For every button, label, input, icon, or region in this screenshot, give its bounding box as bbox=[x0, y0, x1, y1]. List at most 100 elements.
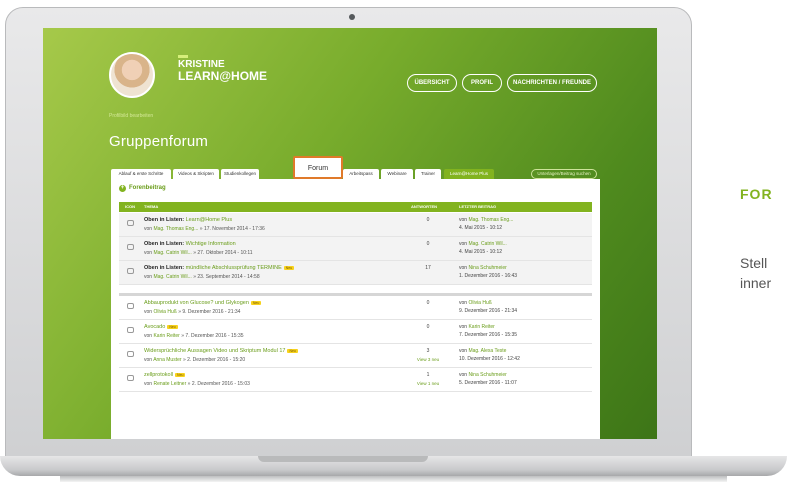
author-link[interactable]: Anna Muster bbox=[153, 357, 181, 363]
pinned-label: Oben in Listen: bbox=[144, 241, 185, 247]
table-row[interactable]: Oben in Listen: Wichtige Information von … bbox=[119, 237, 592, 261]
thread-date: » 2. Dezember 2016 - 15:03 bbox=[187, 381, 250, 387]
tab-arbeitspass[interactable]: Arbeitspass bbox=[343, 169, 379, 179]
thread-icon bbox=[127, 220, 134, 226]
pinned-label: Oben in Listen: bbox=[144, 265, 185, 271]
thread-link[interactable]: Widersprüchliche Aussagen Video und Skri… bbox=[144, 348, 285, 354]
laptop-shadow bbox=[60, 476, 727, 482]
thread-title[interactable]: Abbauprodukt von Glucose? und Glykogen Ne… bbox=[144, 300, 262, 306]
nav-overview-button[interactable]: ÜBERSICHT bbox=[407, 74, 457, 92]
thread-link[interactable]: Learn@Home Plus bbox=[186, 217, 233, 223]
by-label: von bbox=[459, 372, 468, 378]
nav-profile-button[interactable]: PROFIL bbox=[462, 74, 502, 92]
last-post-author: von Olivia Huß bbox=[459, 300, 492, 306]
by-label: von bbox=[459, 348, 468, 354]
webcam bbox=[349, 14, 355, 20]
last-post-author: von Nina Schuhmeier bbox=[459, 372, 507, 378]
table-row[interactable]: Widersprüchliche Aussagen Video und Skri… bbox=[119, 344, 592, 368]
thread-title[interactable]: Oben in Listen: Learn@Home Plus bbox=[144, 217, 232, 223]
tab-videos[interactable]: Videos & Skripten bbox=[173, 169, 219, 179]
plus-icon: + bbox=[119, 185, 126, 192]
new-badge: Neu bbox=[175, 372, 186, 377]
thread-date: » 23. September 2014 - 14:58 bbox=[193, 274, 260, 280]
laptop-notch bbox=[258, 456, 428, 462]
by-label: von bbox=[144, 381, 153, 387]
thread-icon bbox=[127, 375, 134, 381]
thread-link[interactable]: Avocado bbox=[144, 324, 165, 330]
tab-trainer[interactable]: Trainer bbox=[415, 169, 441, 179]
search-input[interactable]: Unterlagen/Beitrag suchen bbox=[531, 169, 597, 179]
last-author-link[interactable]: Mag. Catrin Wil... bbox=[468, 241, 506, 247]
answer-count: 0 bbox=[426, 300, 430, 306]
by-label: von bbox=[459, 265, 468, 271]
last-author-link[interactable]: Nina Schuhmeier bbox=[468, 372, 506, 378]
author-link[interactable]: Mag. Catrin Wil... bbox=[153, 274, 191, 280]
last-author-link[interactable]: Karin Reiter bbox=[468, 324, 494, 330]
view-new-link[interactable]: View 3 neu bbox=[411, 357, 445, 362]
page-title: Gruppenforum bbox=[109, 133, 209, 150]
last-post-author: von Karin Reiter bbox=[459, 324, 495, 330]
last-post-date: 7. Dezember 2016 - 15:35 bbox=[459, 332, 518, 338]
thread-date: » 9. Dezember 2016 - 21:34 bbox=[178, 309, 241, 315]
thread-date: » 2. Dezember 2016 - 15:20 bbox=[182, 357, 246, 363]
thread-title[interactable]: Widersprüchliche Aussagen Video und Skri… bbox=[144, 348, 298, 354]
last-author-link[interactable]: Olivia Huß bbox=[468, 300, 491, 306]
answer-count: 0 bbox=[426, 217, 430, 223]
thread-link[interactable]: Wichtige Information bbox=[186, 241, 236, 247]
author-link[interactable]: Mag. Catrin Wil... bbox=[153, 250, 191, 256]
last-author-link[interactable]: Nina Schuhmeier bbox=[468, 265, 506, 271]
new-badge: Neu bbox=[283, 265, 295, 270]
by-label: von bbox=[144, 357, 153, 363]
tab-webinare[interactable]: Webinare bbox=[381, 169, 413, 179]
last-post-date: 4. Mai 2015 - 10:12 bbox=[459, 225, 503, 231]
by-label: von bbox=[459, 324, 468, 330]
table-row[interactable]: Oben in Listen: mündliche Abschlussprüfu… bbox=[119, 261, 592, 285]
table-row[interactable]: Abbauprodukt von Glucose? und Glykogen Ne… bbox=[119, 296, 592, 320]
avatar[interactable] bbox=[109, 52, 155, 98]
author-link[interactable]: Karin Reiter bbox=[153, 333, 179, 339]
brand-tag bbox=[178, 55, 188, 58]
new-post-button[interactable]: + Forenbeitrag bbox=[119, 185, 166, 192]
col-answers: ANTWORTEN bbox=[411, 204, 437, 209]
thread-meta: von Renate Leitner » 2. Dezember 2016 - … bbox=[144, 381, 250, 387]
edit-profile-picture-link[interactable]: Profilbild bearbeiten bbox=[109, 113, 153, 119]
tab-forum[interactable]: Forum bbox=[293, 156, 343, 179]
by-label: von bbox=[144, 309, 153, 315]
new-badge: Neu bbox=[250, 300, 262, 305]
view-new-link[interactable]: View 1 neu bbox=[411, 381, 445, 386]
thread-link[interactable]: mündliche Abschlussprüfung TERMINE bbox=[186, 265, 282, 271]
tab-ablauf[interactable]: Ablauf & erste Schritte bbox=[111, 169, 171, 179]
author-link[interactable]: Renate Leitner bbox=[153, 381, 186, 387]
tab-learnhome-plus[interactable]: Learn@Home Plus bbox=[444, 169, 494, 179]
author-link[interactable]: Olivia Huß bbox=[153, 309, 176, 315]
thread-title[interactable]: Avocado Neu bbox=[144, 324, 178, 330]
table-row[interactable]: Avocado Neu von Karin Reiter » 7. Dezember… bbox=[119, 320, 592, 344]
thread-icon bbox=[127, 244, 134, 250]
thread-title[interactable]: Oben in Listen: mündliche Abschlussprüfu… bbox=[144, 265, 295, 271]
thread-title[interactable]: Oben in Listen: Wichtige Information bbox=[144, 241, 236, 247]
answer-count: 17 bbox=[425, 265, 431, 271]
last-author-link[interactable]: Mag. Alexa Teste bbox=[468, 348, 506, 354]
new-post-label: Forenbeitrag bbox=[129, 185, 166, 191]
by-label: von bbox=[144, 333, 153, 339]
thread-icon bbox=[127, 327, 134, 333]
last-author-link[interactable]: Mag. Thomas Eng... bbox=[468, 217, 513, 223]
last-post-author: von Mag. Catrin Wil... bbox=[459, 241, 507, 247]
thread-title[interactable]: zellprotokoll Neu bbox=[144, 372, 186, 378]
brand-line2: LEARN@HOME bbox=[178, 69, 268, 83]
thread-link[interactable]: Abbauprodukt von Glucose? und Glykogen bbox=[144, 300, 249, 306]
by-label: von bbox=[459, 217, 468, 223]
answer-count: 3 bbox=[426, 348, 430, 354]
section-title: FOR bbox=[740, 186, 773, 202]
nav-messages-button[interactable]: NACHRICHTEN / FREUNDE bbox=[507, 74, 597, 92]
table-row[interactable]: zellprotokoll Neu von Renate Leitner » 2. … bbox=[119, 368, 592, 392]
section-text: Stell inner bbox=[740, 253, 787, 293]
col-topic: THEMA bbox=[144, 204, 159, 209]
table-row[interactable]: Oben in Listen: Learn@Home Plus von Mag. … bbox=[119, 213, 592, 237]
author-link[interactable]: Mag. Thomas Eng... bbox=[153, 226, 198, 232]
by-label: von bbox=[459, 300, 468, 306]
laptop-lid: KRISTINE LEARN@HOME Profilbild bearbeite… bbox=[5, 7, 692, 458]
thread-date: » 27. Oktober 2014 - 10:11 bbox=[193, 250, 253, 256]
thread-link[interactable]: zellprotokoll bbox=[144, 372, 173, 378]
tab-studienkollegen[interactable]: Studienkollegen bbox=[221, 169, 259, 179]
